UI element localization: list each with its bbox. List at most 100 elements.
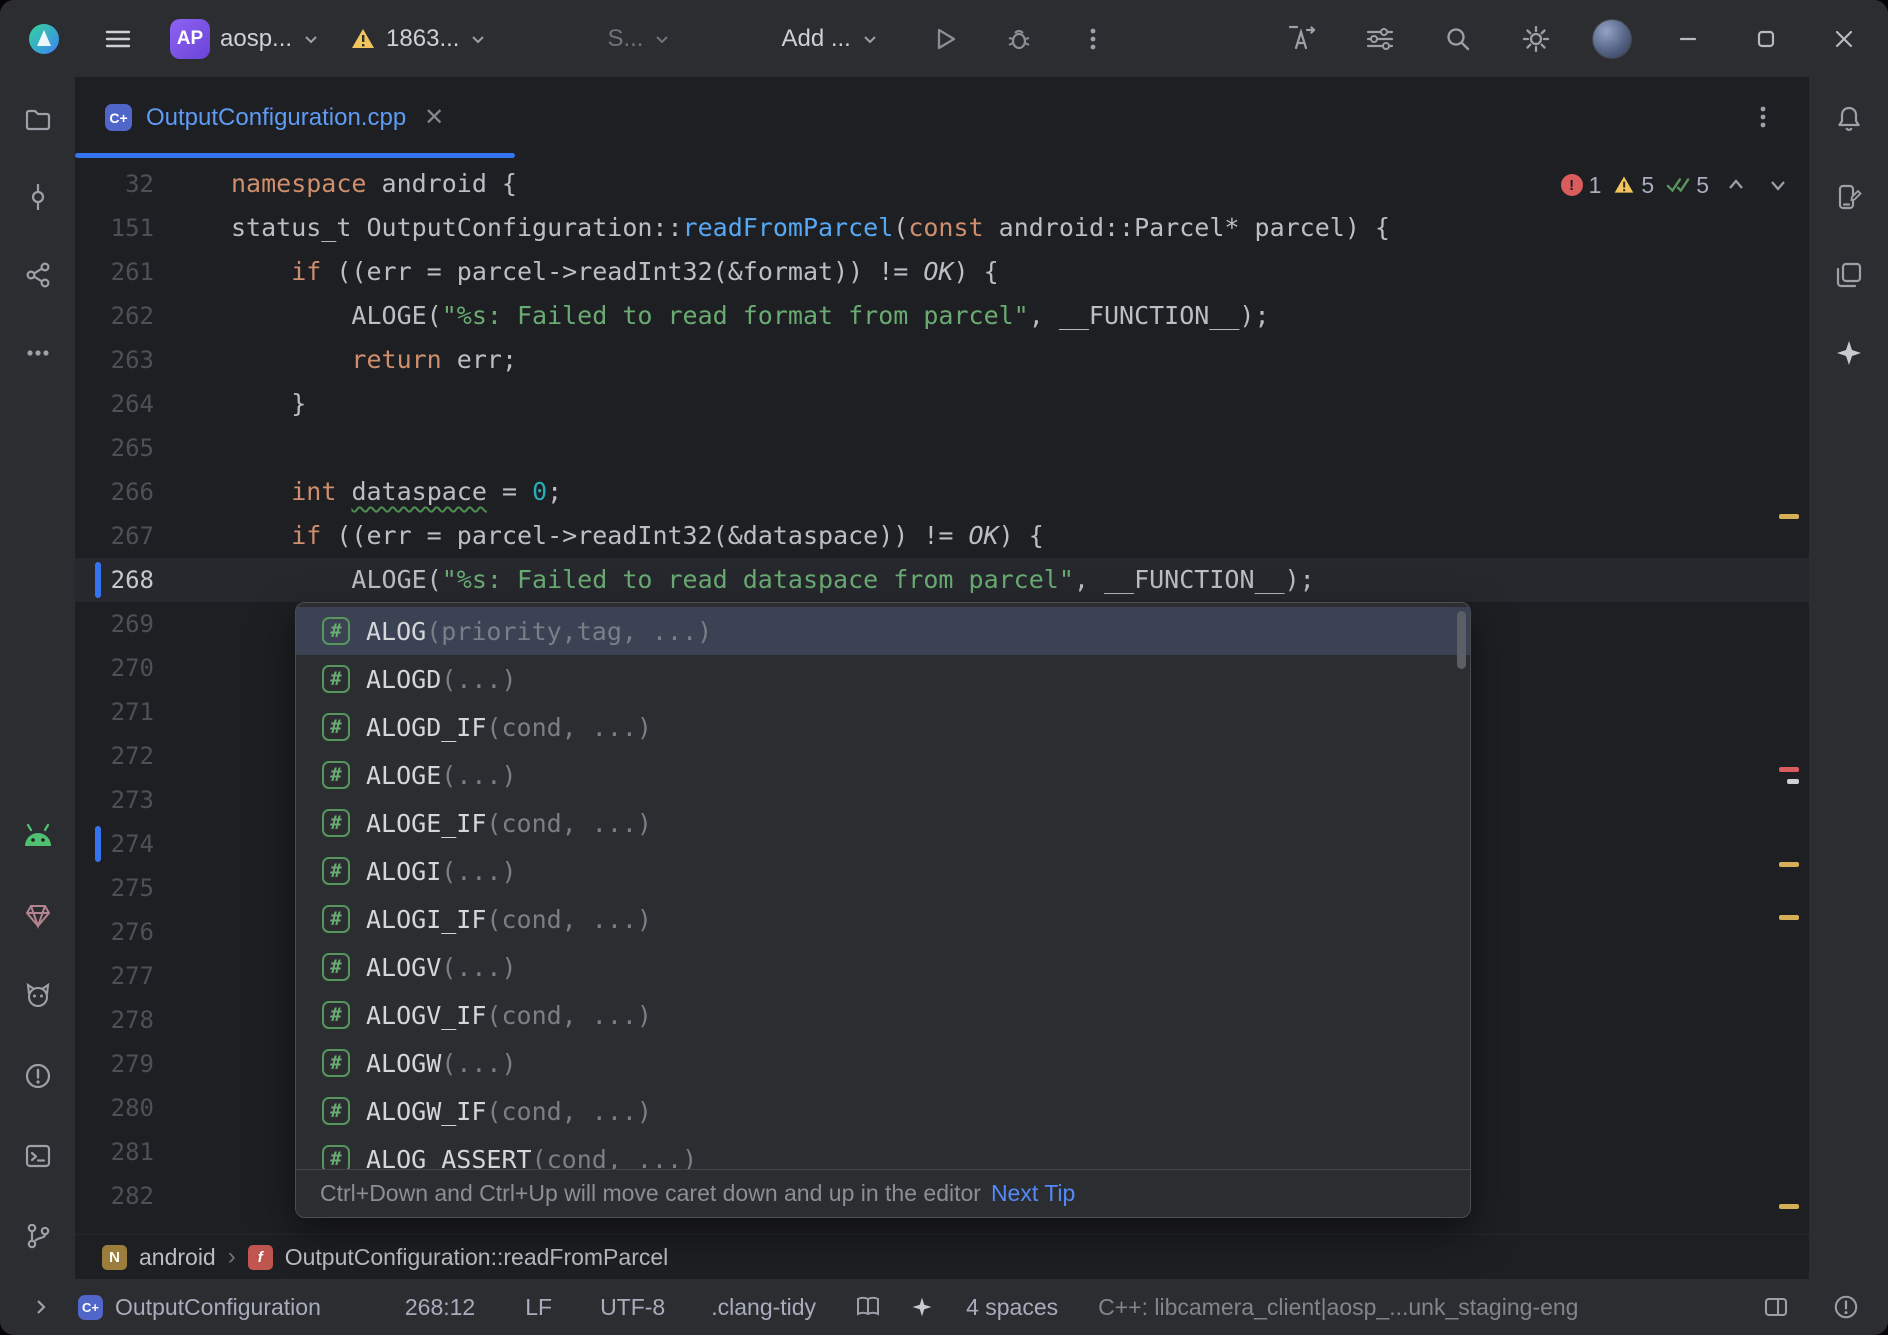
user-avatar[interactable] xyxy=(1592,19,1632,59)
more-actions-button[interactable] xyxy=(1071,17,1115,61)
notifications-button[interactable] xyxy=(1825,95,1873,143)
line-number[interactable]: 268 xyxy=(75,566,154,594)
project-tool-button[interactable] xyxy=(14,95,62,143)
line-number[interactable]: 272 xyxy=(75,742,154,770)
completion-item[interactable]: #ALOGE_IF(cond, ...) xyxy=(296,799,1470,847)
completion-item[interactable]: #ALOGW_IF(cond, ...) xyxy=(296,1087,1470,1135)
indent-setting[interactable]: 4 spaces xyxy=(966,1294,1058,1321)
completion-item[interactable]: #ALOGE(...) xyxy=(296,751,1470,799)
code-line[interactable]: 261 if ((err = parcel->readInt32(&format… xyxy=(75,250,1809,294)
completion-item[interactable]: #ALOGD(...) xyxy=(296,655,1470,703)
more-tool-windows-button[interactable] xyxy=(14,329,62,377)
toolchain-info[interactable]: C++: libcamera_client|aosp_...unk_stagin… xyxy=(1098,1294,1578,1321)
line-number[interactable]: 271 xyxy=(75,698,154,726)
device-manager-tool-button[interactable] xyxy=(14,892,62,940)
code-line[interactable]: 266 int dataspace = 0; xyxy=(75,470,1809,514)
code-line[interactable]: 267 if ((err = parcel->readInt32(&datasp… xyxy=(75,514,1809,558)
stripe-warning-mark[interactable] xyxy=(1779,915,1799,920)
line-number[interactable]: 151 xyxy=(75,214,154,242)
line-number[interactable]: 270 xyxy=(75,654,154,682)
code-line[interactable]: 262 ALOGE("%s: Failed to read format fro… xyxy=(75,294,1809,338)
branch-selector[interactable]: 1863... xyxy=(350,25,487,53)
breadcrumb-namespace[interactable]: android xyxy=(139,1244,216,1271)
minimize-button[interactable] xyxy=(1666,17,1710,61)
maximize-button[interactable] xyxy=(1744,17,1788,61)
line-number[interactable]: 279 xyxy=(75,1050,154,1078)
ai-completion-status-button[interactable] xyxy=(906,1291,938,1323)
tab-close-icon[interactable]: ✕ xyxy=(420,103,448,132)
stripe-caret-mark[interactable] xyxy=(1787,779,1799,784)
search-everywhere-button[interactable] xyxy=(1436,17,1480,61)
close-button[interactable] xyxy=(1822,17,1866,61)
completion-item[interactable]: #ALOGI(...) xyxy=(296,847,1470,895)
breadcrumb-function[interactable]: OutputConfiguration::readFromParcel xyxy=(285,1244,669,1271)
stripe-toggle-button[interactable] xyxy=(26,1292,56,1322)
tab-outputconfiguration-cpp[interactable]: C+ OutputConfiguration.cpp ✕ xyxy=(75,77,478,158)
project-selector[interactable]: AP aosp... xyxy=(170,19,320,59)
reader-mode-button[interactable] xyxy=(852,1291,884,1323)
completion-item[interactable]: #ALOGV_IF(cond, ...) xyxy=(296,991,1470,1039)
logcat-tool-button[interactable] xyxy=(14,972,62,1020)
version-control-tool-button[interactable] xyxy=(14,1212,62,1260)
stripe-warning-mark[interactable] xyxy=(1779,514,1799,519)
stripe-error-mark[interactable] xyxy=(1779,767,1799,772)
line-number[interactable]: 275 xyxy=(75,874,154,902)
pull-requests-tool-button[interactable] xyxy=(14,251,62,299)
clang-tidy-widget[interactable]: .clang-tidy xyxy=(711,1294,816,1321)
code-line[interactable]: 151status_t OutputConfiguration::readFro… xyxy=(75,206,1809,250)
terminal-tool-button[interactable] xyxy=(14,1132,62,1180)
main-menu-button[interactable] xyxy=(96,17,140,61)
code-line[interactable]: 264 } xyxy=(75,382,1809,426)
tab-options-button[interactable] xyxy=(1741,95,1785,139)
line-number[interactable]: 274 xyxy=(75,830,154,858)
tool-window-layout-button[interactable] xyxy=(1358,17,1402,61)
completion-item[interactable]: #ALOGI_IF(cond, ...) xyxy=(296,895,1470,943)
device-explorer-button[interactable] xyxy=(1825,173,1873,221)
line-number[interactable]: 278 xyxy=(75,1006,154,1034)
settings-button[interactable] xyxy=(1514,17,1558,61)
line-number[interactable]: 280 xyxy=(75,1094,154,1122)
line-number[interactable]: 264 xyxy=(75,390,154,418)
completion-item[interactable]: #ALOG_ASSERT(cond, ...) xyxy=(296,1135,1470,1169)
debug-button[interactable] xyxy=(997,17,1041,61)
code-line[interactable]: 268 ALOGE("%s: Failed to read dataspace … xyxy=(75,558,1809,602)
line-number[interactable]: 262 xyxy=(75,302,154,330)
completion-item[interactable]: #ALOGV(...) xyxy=(296,943,1470,991)
status-problems-button[interactable] xyxy=(1830,1291,1862,1323)
line-number[interactable]: 261 xyxy=(75,258,154,286)
line-number[interactable]: 263 xyxy=(75,346,154,374)
line-number[interactable]: 32 xyxy=(75,170,154,198)
status-file-widget[interactable]: C+ OutputConfiguration xyxy=(78,1294,321,1321)
code-line[interactable]: 32namespace android { xyxy=(75,162,1809,206)
passed-count-chip[interactable]: 5 xyxy=(1666,172,1709,199)
error-count-chip[interactable]: ! 1 xyxy=(1561,172,1602,199)
next-tip-link[interactable]: Next Tip xyxy=(991,1180,1075,1207)
problems-tool-button[interactable] xyxy=(14,1052,62,1100)
line-ending[interactable]: LF xyxy=(525,1294,552,1321)
completion-item[interactable]: #ALOGW(...) xyxy=(296,1039,1470,1087)
previous-problem-button[interactable] xyxy=(1721,170,1751,200)
line-number[interactable]: 281 xyxy=(75,1138,154,1166)
stripe-warning-mark[interactable] xyxy=(1779,862,1799,867)
line-number[interactable]: 273 xyxy=(75,786,154,814)
line-number[interactable]: 267 xyxy=(75,522,154,550)
caret-position[interactable]: 268:12 xyxy=(405,1294,475,1321)
gemini-assistant-button[interactable] xyxy=(1825,329,1873,377)
completion-item[interactable]: #ALOG(priority,tag, ...) xyxy=(296,607,1470,655)
stripe-warning-mark[interactable] xyxy=(1779,1204,1799,1209)
split-panel-button[interactable] xyxy=(1760,1291,1792,1323)
running-devices-mirror-button[interactable] xyxy=(1825,251,1873,299)
code-line[interactable]: 265 xyxy=(75,426,1809,470)
next-problem-button[interactable] xyxy=(1763,170,1793,200)
run-button[interactable] xyxy=(923,17,967,61)
line-number[interactable]: 282 xyxy=(75,1182,154,1210)
ai-actions-button[interactable] xyxy=(1280,17,1324,61)
commit-tool-button[interactable] xyxy=(14,173,62,221)
file-encoding[interactable]: UTF-8 xyxy=(600,1294,665,1321)
completion-item[interactable]: #ALOGD_IF(cond, ...) xyxy=(296,703,1470,751)
warning-count-chip[interactable]: 5 xyxy=(1613,172,1654,199)
line-number[interactable]: 276 xyxy=(75,918,154,946)
inspections-widget[interactable]: ! 1 5 5 xyxy=(1561,166,1793,204)
line-number[interactable]: 265 xyxy=(75,434,154,462)
line-number[interactable]: 266 xyxy=(75,478,154,506)
